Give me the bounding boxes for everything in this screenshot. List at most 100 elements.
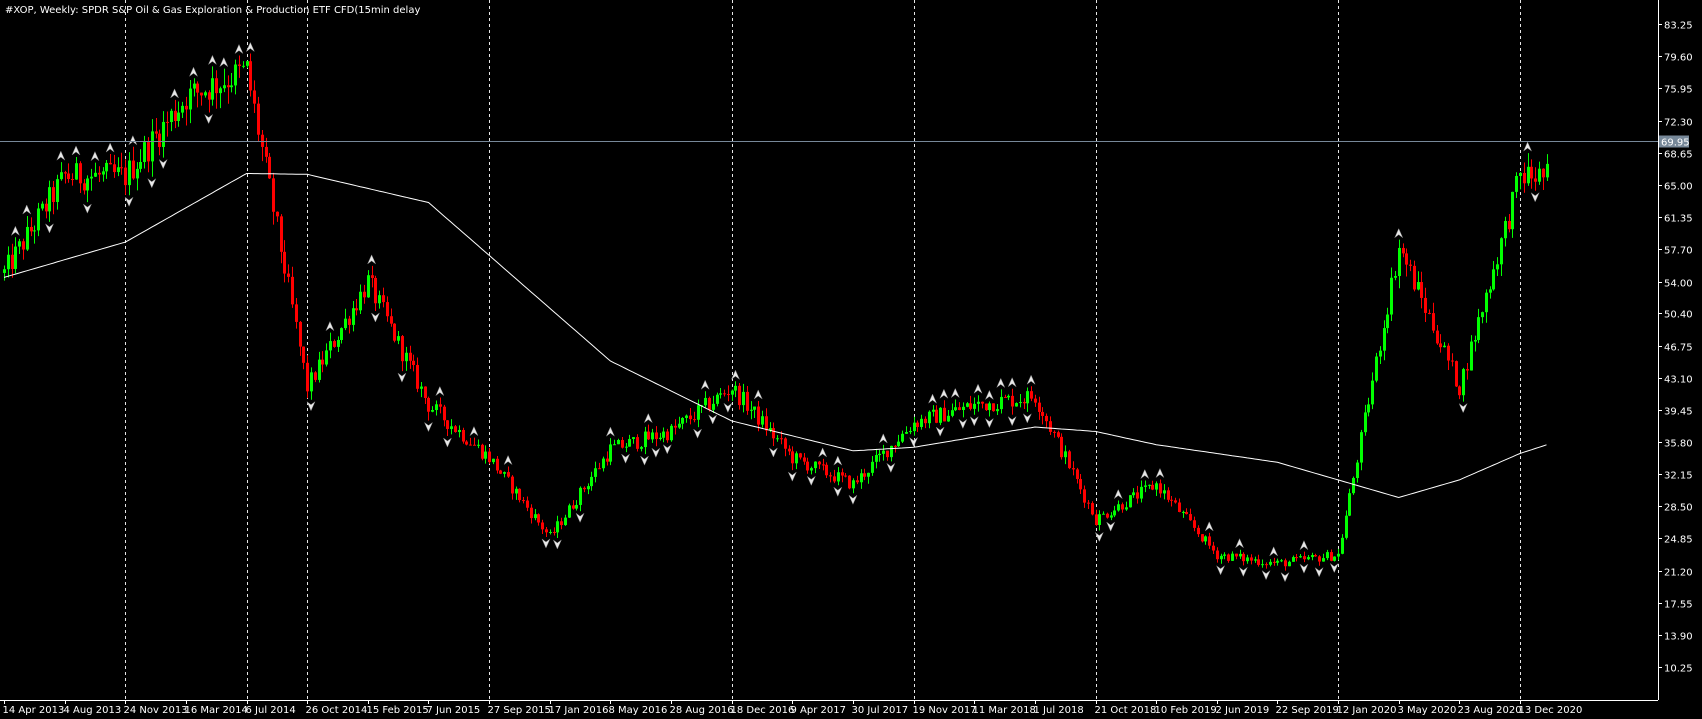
candle-body [579, 487, 582, 505]
candle-body [503, 472, 506, 474]
candle-body [208, 92, 211, 100]
candle-body [882, 450, 885, 454]
candle-body [1428, 312, 1431, 314]
candle-body [670, 425, 673, 441]
candle-body [939, 407, 942, 423]
candle-body [837, 472, 840, 482]
candle-body [1470, 341, 1473, 371]
candle-body [704, 397, 707, 406]
candle-body [1015, 403, 1018, 407]
candle-body [75, 163, 78, 180]
candle-body [674, 425, 677, 428]
x-tick-label: 6 Jul 2014 [246, 705, 296, 716]
candle-body [348, 318, 351, 325]
candle-body [958, 407, 961, 411]
x-tick-label: 9 Apr 2017 [791, 705, 846, 716]
x-tick-label: 10 Feb 2019 [1155, 705, 1217, 716]
candle-body [609, 444, 612, 462]
xop-weekly-chart: 83.25 79.60 75.95 72.30 68.65 65.00 61.35 57.70… [0, 0, 1702, 719]
candle-body [935, 409, 938, 423]
candle-body [981, 401, 984, 404]
candle-body [1087, 502, 1090, 504]
candle-body [1288, 561, 1291, 567]
candle-body [1417, 282, 1420, 290]
candle-body [1117, 504, 1120, 511]
candle-body [83, 183, 86, 191]
candle-body [1546, 163, 1549, 178]
candle-body [1485, 292, 1488, 313]
candle-body [105, 162, 108, 172]
candle-body [507, 472, 510, 477]
candle-body [951, 410, 954, 416]
candle-body [499, 470, 502, 474]
candle-body [246, 61, 249, 66]
candle-body [1193, 520, 1196, 528]
candle-body [363, 291, 366, 298]
candle-body [829, 475, 832, 477]
candle-body [1132, 492, 1135, 496]
candle-body [1049, 421, 1052, 432]
candle-body [1057, 432, 1060, 437]
candle-body [613, 444, 616, 446]
candle-body [79, 163, 82, 184]
candle-body [822, 464, 825, 466]
candle-body [162, 121, 165, 147]
candle-body [1364, 412, 1367, 433]
candle-body [1064, 451, 1067, 458]
candle-body [90, 176, 93, 179]
candle-body [814, 461, 817, 469]
candle-body [765, 416, 768, 431]
chart-title: #XOP, Weekly: SPDR S&P Oil & Gas Explora… [5, 5, 420, 16]
candle-body [314, 372, 317, 380]
candle-body [841, 472, 844, 476]
candle-body [1269, 561, 1272, 565]
candle-body [1515, 175, 1518, 192]
candle-body [22, 241, 25, 250]
candle-body [291, 276, 294, 305]
candle-body [1333, 556, 1336, 561]
candle-body [894, 445, 897, 447]
candle-body [1341, 537, 1344, 554]
candle-body [1163, 490, 1166, 494]
candle-body [272, 178, 275, 212]
candle-body [386, 302, 389, 317]
candle-body [1083, 489, 1086, 503]
candle-body [909, 431, 912, 433]
candle-body [7, 254, 10, 270]
y-tick-label: 13.90 [1664, 632, 1693, 643]
candle-body [795, 453, 798, 464]
candle-body [1420, 282, 1423, 298]
candle-body [1007, 395, 1010, 398]
candle-body [424, 386, 427, 398]
candle-body [1140, 486, 1143, 499]
candle-body [1159, 483, 1162, 494]
candle-body [947, 415, 950, 422]
candle-body [287, 273, 290, 277]
candle-body [1121, 504, 1124, 510]
candle-body [738, 385, 741, 406]
candle-body [86, 178, 89, 191]
candle-body [992, 403, 995, 412]
candle-body [1356, 462, 1359, 479]
candle-body [492, 458, 495, 463]
candle-body [818, 461, 821, 465]
candle-body [427, 397, 430, 412]
candle-body [37, 208, 40, 231]
candle-body [1167, 490, 1170, 500]
candle-body [1424, 297, 1427, 313]
candle-body [716, 394, 719, 404]
candle-body [473, 444, 476, 446]
candle-body [860, 473, 863, 483]
candle-body [14, 246, 17, 269]
candle-body [1038, 402, 1041, 412]
y-tick-label: 75.95 [1664, 85, 1693, 96]
candle-body [147, 142, 150, 162]
candle-body [1220, 555, 1223, 560]
candle-body [33, 230, 36, 232]
x-tick-label: 23 Aug 2020 [1458, 705, 1522, 716]
candle-body [196, 83, 199, 93]
candle-body [397, 336, 400, 341]
candle-body [1458, 386, 1461, 396]
x-tick-label: 27 Sep 2015 [488, 705, 551, 716]
candle-body [1250, 557, 1253, 561]
